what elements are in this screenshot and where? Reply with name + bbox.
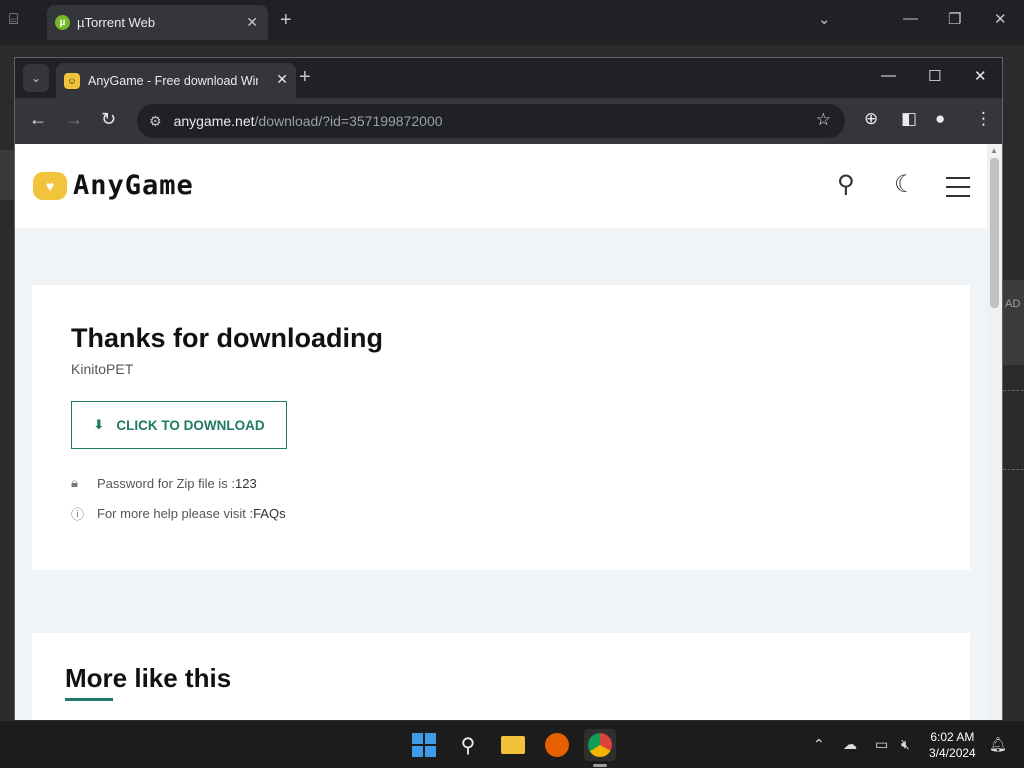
chevron-down-icon[interactable]: ⌄	[818, 10, 831, 28]
tab-search-icon[interactable]: ⌸	[9, 11, 31, 33]
chrome-icon[interactable]	[584, 729, 616, 761]
minimize-button[interactable]: —	[903, 10, 918, 27]
search-taskbar-icon[interactable]: ⚲	[452, 729, 484, 761]
dark-mode-icon[interactable]: ☾	[894, 170, 916, 199]
menu-icon[interactable]: ⋮	[975, 109, 992, 129]
page-viewport: ♥ AnyGame ⚲ ☾ Thanks for downloading Kin…	[15, 144, 987, 720]
taskbar: ⚲ ⌃ ☁ ▭ 🔇︎ 6:02 AM 3/4/2024 🔔︎	[0, 720, 1024, 768]
background-tab-title: µTorrent Web	[77, 15, 156, 30]
scroll-thumb[interactable]	[990, 158, 999, 308]
volume-muted-icon[interactable]: 🔇︎	[901, 736, 910, 753]
background-side-label: AD	[1005, 298, 1021, 310]
clock[interactable]: 6:02 AM 3/4/2024	[929, 729, 976, 761]
new-tab-button[interactable]: +	[280, 9, 292, 32]
onedrive-icon[interactable]: ☁	[843, 736, 857, 753]
title-underline	[65, 698, 113, 701]
tab-search-button[interactable]: ⌄	[23, 64, 49, 92]
background-right-panel: AD	[1003, 280, 1024, 365]
maximize-button[interactable]: ☐	[928, 67, 941, 85]
back-button[interactable]: ←	[29, 109, 47, 130]
clock-date: 3/4/2024	[929, 746, 976, 760]
password-value: 123	[235, 475, 257, 491]
chevron-down-icon: ⌄	[30, 71, 42, 85]
password-info: 🔒︎ Password for Zip file is : 123	[71, 475, 257, 491]
minimize-button[interactable]: —	[881, 67, 896, 84]
search-icon[interactable]: ⚲	[837, 170, 855, 199]
tab-title: AnyGame - Free download Win	[88, 73, 258, 88]
page-scrollbar[interactable]: ▲	[987, 144, 1002, 720]
logo-text: AnyGame	[73, 170, 194, 201]
close-icon[interactable]: ✕	[246, 14, 258, 31]
more-like-this-section: More like this	[32, 633, 970, 720]
scroll-up-arrow-icon[interactable]: ▲	[990, 146, 998, 155]
divider	[1003, 469, 1024, 470]
chevron-up-icon[interactable]: ⌃	[813, 736, 825, 753]
close-window-button[interactable]: ✕	[974, 67, 987, 85]
background-titlebar: ⌸ µ µTorrent Web ✕ + ⌄ — ❐ ✕	[0, 0, 1024, 45]
download-arrow-icon: ⬇	[93, 417, 105, 432]
divider	[1003, 390, 1024, 391]
browser-toolbar: ← → ↻ ⚙ anygame.net/download/?id=3571998…	[15, 98, 1002, 144]
bookmark-star-icon[interactable]: ☆	[816, 110, 831, 130]
site-logo[interactable]: ♥ AnyGame	[33, 170, 194, 201]
tab-strip: ⌄ ☺ AnyGame - Free download Win ✕ + — ☐ …	[15, 58, 1002, 98]
windows-icon	[412, 733, 436, 757]
network-icon[interactable]: ▭	[875, 736, 888, 753]
hamburger-menu-icon[interactable]	[946, 177, 970, 204]
game-name: KinitoPET	[71, 361, 134, 377]
background-tab[interactable]: µ µTorrent Web ✕	[47, 5, 268, 40]
page-title: Thanks for downloading	[71, 323, 383, 353]
browser-window: ⌄ ☺ AnyGame - Free download Win ✕ + — ☐ …	[14, 57, 1003, 720]
download-button-label: CLICK TO DOWNLOAD	[116, 417, 265, 433]
site-info-icon[interactable]: ⚙	[149, 113, 162, 130]
notification-bell-icon[interactable]: 🔔︎	[989, 736, 1007, 753]
profile-icon[interactable]: ●	[935, 109, 945, 129]
close-window-button[interactable]: ✕	[994, 10, 1007, 28]
new-tab-button[interactable]: +	[299, 66, 311, 89]
side-panel-icon[interactable]: ◧	[901, 109, 917, 129]
download-card: Thanks for downloading KinitoPET ⬇ CLICK…	[32, 285, 970, 570]
start-button[interactable]	[408, 729, 440, 761]
site-header: ♥ AnyGame ⚲ ☾	[15, 144, 987, 228]
lock-icon: 🔒︎	[71, 475, 78, 490]
logo-icon: ♥	[33, 171, 67, 200]
maximize-button[interactable]: ❐	[948, 10, 961, 28]
anygame-favicon-icon: ☺	[64, 72, 80, 89]
address-bar[interactable]: ⚙ anygame.net/download/?id=357199872000 …	[137, 104, 845, 138]
file-explorer-icon[interactable]	[497, 729, 529, 761]
help-label: For more help please visit :	[97, 506, 254, 521]
faqs-link[interactable]: FAQs	[253, 506, 286, 521]
firefox-icon[interactable]	[541, 729, 573, 761]
forward-button[interactable]: →	[65, 109, 83, 130]
url-text[interactable]: anygame.net/download/?id=357199872000	[174, 113, 443, 129]
info-icon: ⓘ	[71, 507, 85, 522]
utorrent-icon: µ	[55, 15, 70, 30]
click-to-download-button[interactable]: ⬇ CLICK TO DOWNLOAD	[71, 401, 287, 449]
close-tab-icon[interactable]: ✕	[276, 71, 288, 88]
section-title: More like this	[65, 663, 232, 693]
active-tab[interactable]: ☺ AnyGame - Free download Win ✕	[56, 63, 296, 98]
reload-button[interactable]: ↻	[101, 109, 116, 130]
help-info: ⓘ For more help please visit : FAQs	[71, 504, 286, 523]
clock-time: 6:02 AM	[930, 730, 975, 744]
download-icon[interactable]: ⊕	[864, 109, 878, 129]
active-app-indicator	[593, 764, 607, 767]
password-label: Password for Zip file is :	[97, 475, 235, 491]
